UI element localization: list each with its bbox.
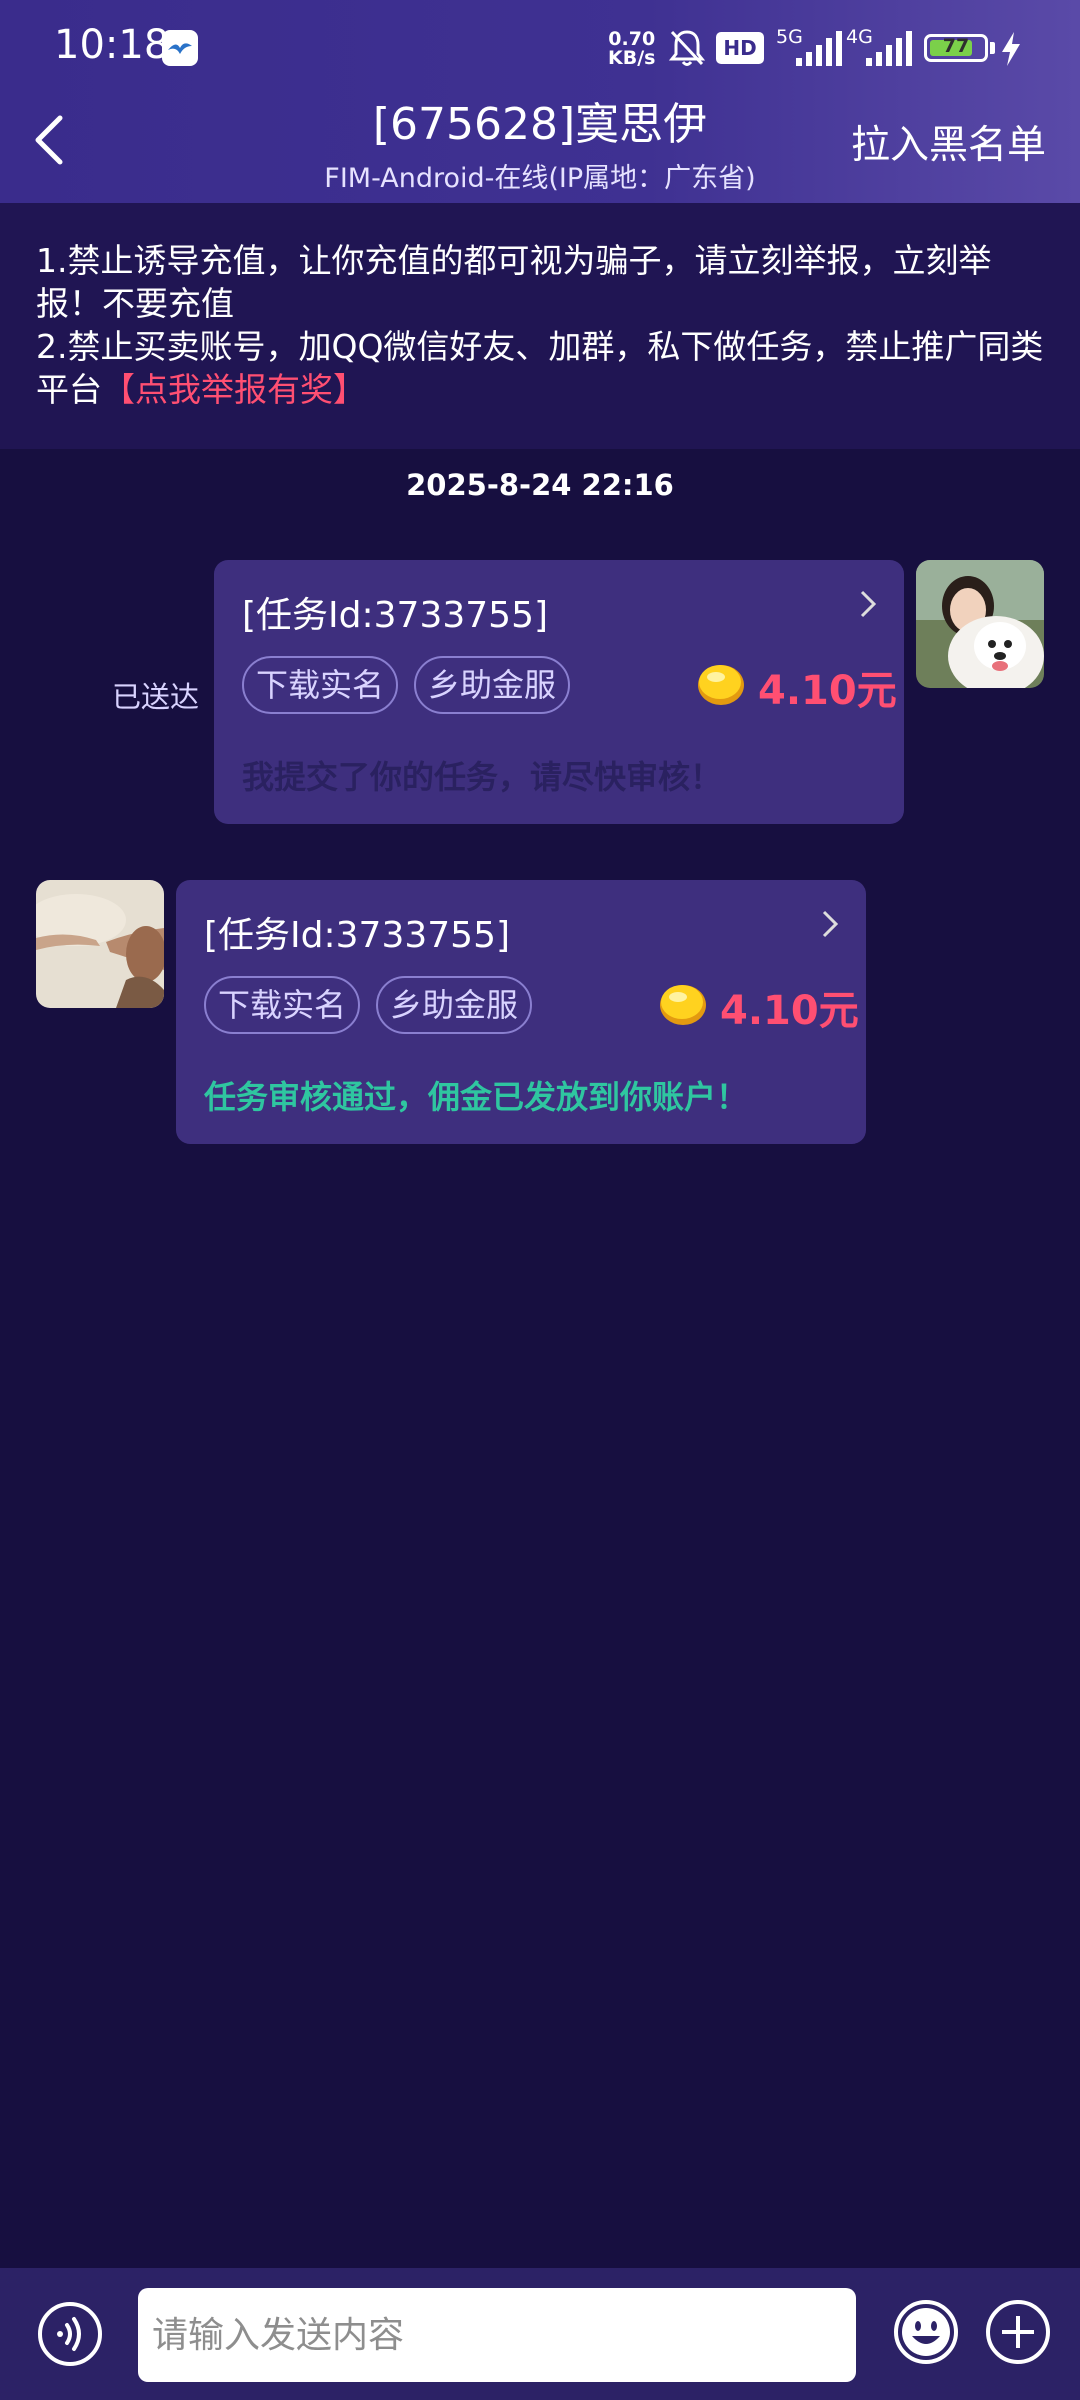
app-notification-icon [162, 30, 198, 66]
task-message-bubble[interactable]: [任务Id:3733755] 下载实名 乡助金服 4.10元 任务审核通过，佣金… [176, 880, 866, 1144]
blacklist-button[interactable]: 拉入黑名单 [851, 114, 1046, 170]
notice-line-2: 2.禁止买卖账号，加QQ微信好友、加群，私下做任务，禁止推广同类平台【点我举报有… [36, 327, 1044, 409]
signal-5g-icon [796, 31, 842, 66]
battery-level: 77 [942, 35, 970, 57]
coin-icon [660, 985, 706, 1025]
task-message-bubble[interactable]: [任务Id:3733755] 下载实名 乡助金服 4.10元 我提交了你的任务，… [214, 560, 904, 824]
signal-4g-icon [866, 31, 912, 66]
charging-icon [1002, 32, 1020, 66]
my-avatar[interactable] [916, 560, 1044, 688]
voice-input-icon[interactable] [36, 2300, 104, 2368]
report-link[interactable]: 【点我举报有奖】 [102, 370, 366, 409]
emoji-icon[interactable] [892, 2298, 960, 2366]
chat-subtitle: FIM-Android-在线(IP属地：广东省) [324, 163, 756, 194]
message-input-bar [0, 2268, 1080, 2400]
task-id: [任务Id:3733755] [242, 595, 549, 636]
chevron-right-icon [822, 910, 839, 938]
bell-muted-icon [668, 30, 706, 66]
task-tag: 下载实名 [242, 656, 399, 714]
message-input[interactable] [138, 2288, 856, 2382]
coin-icon [698, 665, 744, 705]
message-timestamp: 2025-8-24 22:16 [406, 468, 674, 502]
add-attachment-icon[interactable] [984, 2298, 1052, 2366]
back-arrow-icon[interactable] [26, 110, 76, 170]
notice-line-1: 1.禁止诱导充值，让你充值的都可视为骗子，请立刻举报，立刻举报！不要充值 [36, 241, 992, 323]
task-reward: 4.10元 [720, 988, 859, 1034]
task-reward: 4.10元 [758, 668, 897, 714]
top-bar: 10:18 0.70 KB/s HD 5G 4G 77 [675628]寞思伊 … [0, 0, 1080, 203]
rules-notice: 1.禁止诱导充值，让你充值的都可视为骗子，请立刻举报，立刻举报！不要充值 2.禁… [0, 203, 1080, 449]
chevron-right-icon [860, 590, 877, 618]
delivery-status: 已送达 [112, 680, 200, 714]
battery-icon: 77 [924, 34, 988, 62]
message-text: 我提交了你的任务，请尽快审核！ [242, 758, 723, 796]
task-tag: 乡助金服 [376, 976, 533, 1034]
network-speed: 0.70 KB/s [608, 28, 656, 69]
hd-voice-icon: HD [716, 32, 764, 64]
clock: 10:18 [54, 22, 170, 68]
task-tag: 乡助金服 [414, 656, 571, 714]
task-tag: 下载实名 [204, 976, 361, 1034]
message-text: 任务审核通过，佣金已发放到你账户！ [204, 1078, 749, 1116]
status-bar: 10:18 0.70 KB/s HD 5G 4G 77 [0, 0, 1080, 96]
task-id: [任务Id:3733755] [204, 915, 511, 956]
chat-title: [675628]寞思伊 [372, 99, 708, 150]
contact-avatar[interactable] [36, 880, 164, 1008]
